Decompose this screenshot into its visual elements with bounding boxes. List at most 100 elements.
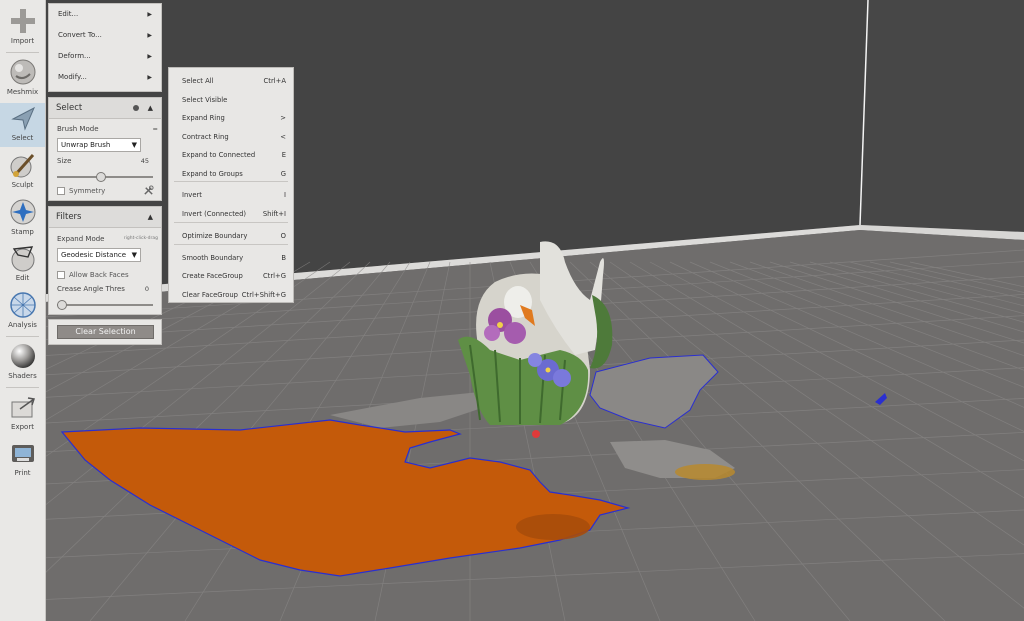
shortcut-label: > xyxy=(280,114,286,122)
submenu-item-expand-to-connected[interactable]: Expand to Connected E xyxy=(169,146,293,164)
export-icon xyxy=(11,397,35,418)
menu-item-modify[interactable]: Modify... ▶ xyxy=(49,67,161,88)
print-label: Print xyxy=(14,469,31,477)
menu-separator xyxy=(174,181,288,182)
submenu-item-smooth-boundary[interactable]: Smooth Boundary B xyxy=(169,249,293,267)
crease-angle-value: 0 xyxy=(144,285,149,293)
filters-panel-title: Filters xyxy=(56,212,82,222)
submenu-item-label: Expand Ring xyxy=(182,114,225,122)
shader-sphere-icon xyxy=(10,344,35,368)
crease-angle-slider-knob[interactable] xyxy=(57,300,67,310)
crease-angle-slider[interactable] xyxy=(57,300,153,310)
submenu-item-create-facegroup[interactable]: Create FaceGroup Ctrl+G xyxy=(169,267,293,285)
collapse-arrow-icon[interactable]: ▲ xyxy=(148,98,153,118)
submenu-item-select-all[interactable]: Select All Ctrl+A xyxy=(169,72,293,90)
shortcut-label: Ctrl+A xyxy=(263,77,286,85)
expand-mode-label: Expand Mode xyxy=(57,235,105,243)
submenu-item-expand-ring[interactable]: Expand Ring > xyxy=(169,109,293,127)
select-panel-title: Select xyxy=(56,103,83,113)
filters-panel-header[interactable]: Filters ▲ xyxy=(49,207,161,228)
brush-mode-label: Brush Mode xyxy=(57,125,99,133)
chevron-down-icon: ▼ xyxy=(131,141,137,149)
shortcut-label: E xyxy=(281,151,286,159)
menu-separator xyxy=(174,222,288,223)
import-label: Import xyxy=(10,37,35,45)
shortcut-label: I xyxy=(283,191,286,199)
shaders-label: Shaders xyxy=(8,372,37,380)
shortcut-label: G xyxy=(280,170,286,178)
clear-selection-button[interactable]: Clear Selection xyxy=(57,325,154,339)
sculpt-button[interactable]: Sculpt xyxy=(0,150,45,194)
menu-separator xyxy=(174,244,288,245)
chevron-down-icon: ▼ xyxy=(131,251,137,259)
submenu-item-label: Select Visible xyxy=(182,96,228,104)
collapse-arrow-icon[interactable]: ▲ xyxy=(148,207,153,227)
submenu-item-invert[interactable]: Invert I xyxy=(169,186,293,204)
analysis-label: Analysis xyxy=(8,321,37,329)
submenu-arrow-icon: ▶ xyxy=(147,32,152,39)
tools-icon[interactable] xyxy=(143,185,154,196)
analysis-icon xyxy=(9,292,36,318)
submenu-item-label: Expand to Connected xyxy=(182,151,256,159)
select-arrow-icon xyxy=(10,106,35,131)
submenu-item-label: Create FaceGroup xyxy=(182,272,243,280)
stamp-button[interactable]: Stamp xyxy=(0,197,45,241)
export-label: Export xyxy=(11,423,34,431)
submenu-arrow-icon: ▶ xyxy=(147,53,152,60)
size-slider-knob[interactable] xyxy=(96,172,107,182)
submenu-item-label: Contract Ring xyxy=(182,133,229,141)
brush-mode-dropdown[interactable]: Unwrap Brush ▼ xyxy=(57,138,141,152)
expand-mode-dropdown[interactable]: Geodesic Distance ▼ xyxy=(57,248,141,262)
submenu-item-label: Smooth Boundary xyxy=(182,254,244,262)
select-panel: Select ▲ Brush Mode = Unwrap Brush ▼ Size… xyxy=(48,97,162,201)
menu-item-convert-to[interactable]: Convert To... ▶ xyxy=(49,25,161,46)
meshmix-label: Meshmix xyxy=(6,88,39,96)
size-slider[interactable] xyxy=(57,172,153,182)
shaders-button[interactable]: Shaders xyxy=(0,341,45,385)
help-dot-icon[interactable] xyxy=(133,105,139,111)
submenu-item-clear-facegroup[interactable]: Clear FaceGroup Ctrl+Shift+G xyxy=(169,286,293,304)
symmetry-checkbox[interactable] xyxy=(57,187,65,195)
menu-item-edit[interactable]: Edit... ▶ xyxy=(49,4,161,25)
submenu-arrow-icon: ▶ xyxy=(147,74,152,81)
brush-icon xyxy=(10,153,34,178)
allow-back-faces-checkbox[interactable] xyxy=(57,271,65,279)
submenu-item-label: Invert xyxy=(182,191,202,199)
symmetry-label: Symmetry xyxy=(69,187,106,195)
analysis-button[interactable]: Analysis xyxy=(0,290,45,334)
submenu-item-label: Optimize Boundary xyxy=(182,232,248,240)
meshmix-icon xyxy=(10,59,35,85)
edit-button[interactable]: Edit xyxy=(0,243,45,287)
filters-panel: Filters ▲ Expand Mode right-click-drag G… xyxy=(48,206,162,315)
meshmix-button[interactable]: Meshmix xyxy=(0,57,45,101)
crease-angle-label: Crease Angle Thres xyxy=(57,285,125,293)
submenu-item-invert-connected[interactable]: Invert (Connected) Shift+I xyxy=(169,205,293,223)
expand-mode-hint: right-click-drag xyxy=(123,236,158,241)
select-tool-button[interactable]: Select xyxy=(0,103,45,147)
select-panel-header[interactable]: Select ▲ xyxy=(49,98,161,119)
submenu-arrow-icon: ▶ xyxy=(147,11,152,18)
toolbar-divider xyxy=(6,336,39,337)
submenu-item-contract-ring[interactable]: Contract Ring < xyxy=(169,128,293,146)
submenu-item-label: Invert (Connected) xyxy=(182,210,247,218)
submenu-item-label: Clear FaceGroup xyxy=(182,291,238,299)
import-button[interactable]: Import xyxy=(0,6,45,50)
size-value: 45 xyxy=(140,157,149,165)
export-button[interactable]: Export xyxy=(0,392,45,436)
toolbar-divider xyxy=(6,387,39,388)
shortcut-label: < xyxy=(280,133,286,141)
select-label: Select xyxy=(11,134,34,142)
menu-item-deform[interactable]: Deform... ▶ xyxy=(49,46,161,67)
submenu-item-optimize-boundary[interactable]: Optimize Boundary O xyxy=(169,227,293,245)
submenu-item-label: Expand to Groups xyxy=(182,170,243,178)
print-button[interactable]: Print xyxy=(0,438,45,482)
shortcut-label: B xyxy=(281,254,286,262)
shortcut-label: O xyxy=(280,232,286,240)
printer-icon xyxy=(11,445,34,462)
submenu-item-select-visible[interactable]: Select Visible xyxy=(169,91,293,109)
shortcut-label: Ctrl+G xyxy=(262,272,286,280)
stamp-label: Stamp xyxy=(11,228,34,236)
size-label: Size xyxy=(57,157,72,165)
modify-submenu: Select All Ctrl+A Select Visible Expand Rin… xyxy=(168,67,294,303)
toolbar-divider xyxy=(6,52,39,53)
